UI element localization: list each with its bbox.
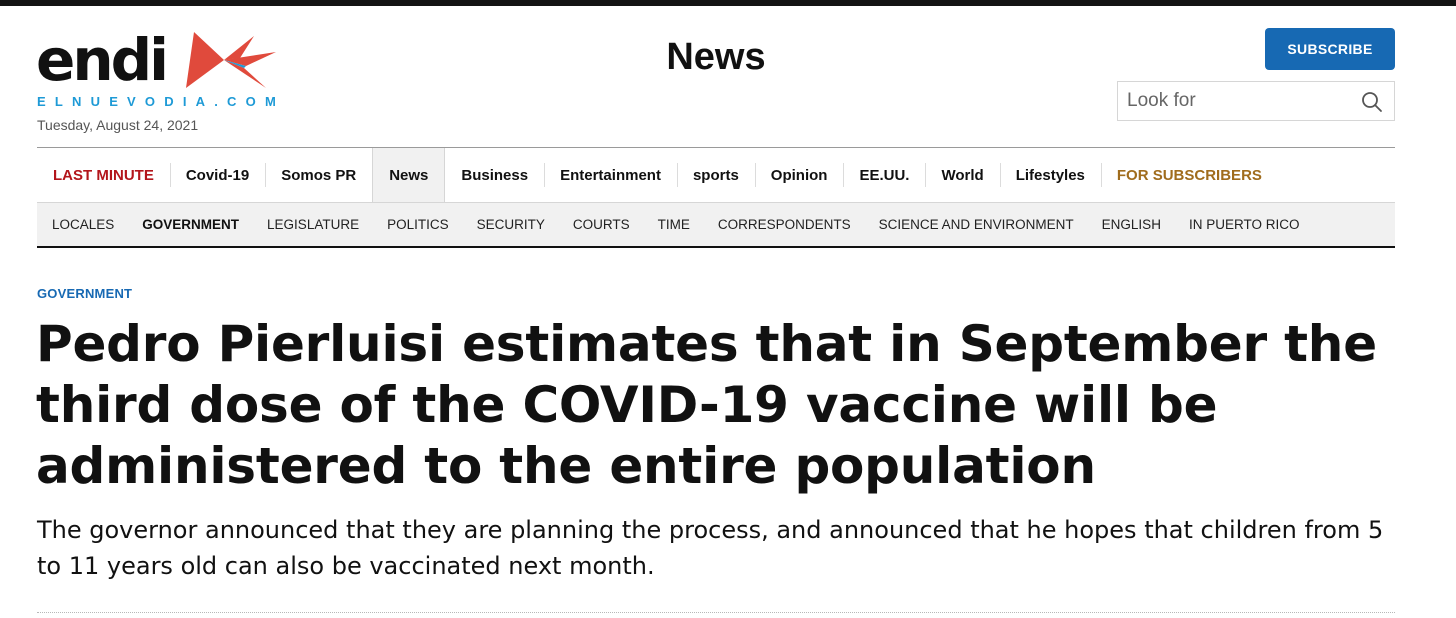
- nav-item-covid-19[interactable]: Covid-19: [169, 148, 265, 202]
- nav-item-news[interactable]: News: [372, 148, 446, 202]
- current-date: Tuesday, August 24, 2021: [37, 117, 199, 133]
- subnav-item-legislature[interactable]: LEGISLATURE: [267, 217, 359, 232]
- search-box: [1117, 81, 1395, 121]
- search-icon[interactable]: [1361, 91, 1383, 113]
- section-title: News: [666, 36, 766, 78]
- nav-item-world[interactable]: World: [925, 148, 999, 202]
- subnav-item-time[interactable]: TIME: [658, 217, 690, 232]
- nav-item-sports[interactable]: sports: [676, 148, 755, 202]
- subscribe-button[interactable]: SUBSCRIBE: [1265, 28, 1395, 70]
- nav-item-entertainment[interactable]: Entertainment: [544, 148, 677, 202]
- nav-item-lifestyles[interactable]: Lifestyles: [999, 148, 1101, 202]
- subnav-item-english[interactable]: ENGLISH: [1102, 217, 1161, 232]
- search-input[interactable]: [1118, 82, 1358, 120]
- article-kicker[interactable]: GOVERNMENT: [37, 286, 132, 301]
- nav-item-for-subscribers[interactable]: FOR SUBSCRIBERS: [1100, 148, 1278, 202]
- nav-item-ee-uu[interactable]: EE.UU.: [843, 148, 925, 202]
- subnav-item-science-environment[interactable]: SCIENCE AND ENVIRONMENT: [879, 217, 1074, 232]
- subnav-item-courts[interactable]: COURTS: [573, 217, 630, 232]
- nav-item-somos-pr[interactable]: Somos PR: [265, 148, 372, 202]
- main-nav: LAST MINUTE Covid-19 Somos PR News Busin…: [37, 148, 1278, 202]
- nav-item-last-minute[interactable]: LAST MINUTE: [37, 148, 170, 202]
- subnav-item-security[interactable]: SECURITY: [477, 217, 545, 232]
- nav-item-opinion[interactable]: Opinion: [754, 148, 844, 202]
- sub-nav: LOCALES GOVERNMENT LEGISLATURE POLITICS …: [37, 202, 1395, 248]
- article-dek: The governor announced that they are pla…: [37, 516, 1384, 580]
- subnav-item-government[interactable]: GOVERNMENT: [142, 217, 239, 232]
- subnav-item-locales[interactable]: LOCALES: [52, 217, 114, 232]
- top-bar: [0, 0, 1456, 6]
- nav-item-business[interactable]: Business: [445, 148, 544, 202]
- logo-subtitle: ELNUEVODIA.COM: [37, 94, 285, 109]
- subnav-item-politics[interactable]: POLITICS: [387, 217, 449, 232]
- article-headline: Pedro Pierluisi estimates that in Septem…: [36, 315, 1377, 495]
- article-divider: [37, 612, 1395, 613]
- subnav-item-correspondents[interactable]: CORRESPONDENTS: [718, 217, 851, 232]
- subnav-item-in-puerto-rico[interactable]: IN PUERTO RICO: [1189, 217, 1300, 232]
